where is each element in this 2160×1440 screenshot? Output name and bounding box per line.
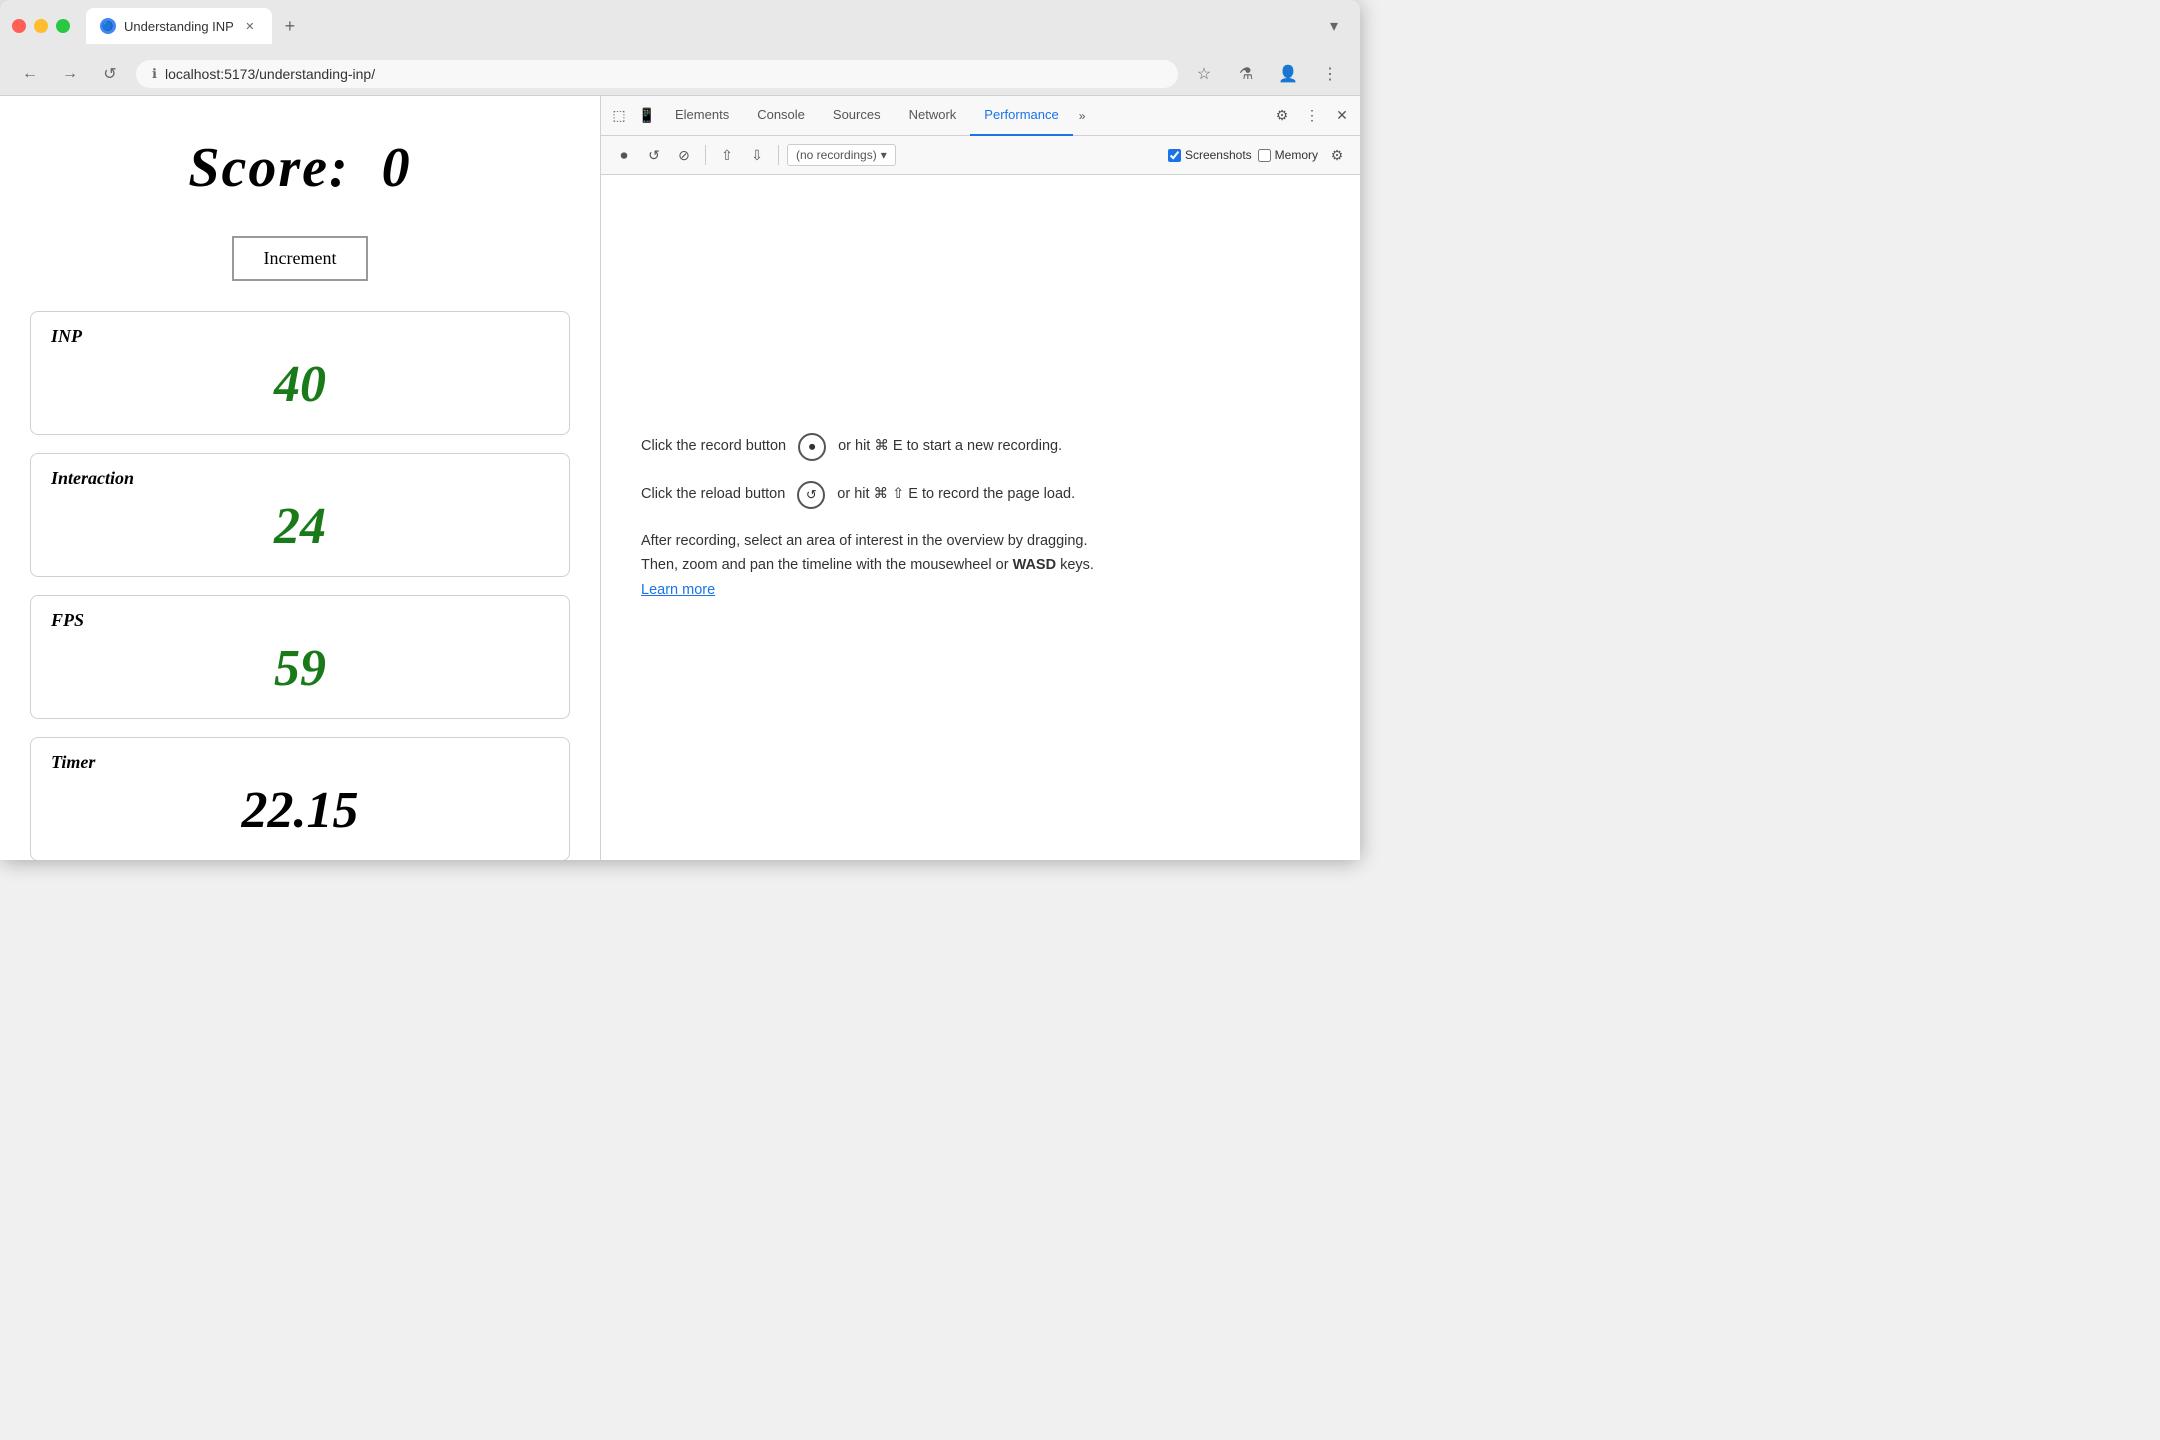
recordings-placeholder: (no recordings) <box>796 148 877 162</box>
toolbar-divider-1 <box>705 145 706 165</box>
record-icon-circle: ⏺ <box>798 433 826 461</box>
reload-instruction-before: Click the reload button <box>641 484 785 506</box>
memory-checkbox-label[interactable]: Memory <box>1258 148 1318 162</box>
profile-icon[interactable]: 👤 <box>1274 60 1302 88</box>
clear-button[interactable]: ⊘ <box>671 142 697 168</box>
tab-network[interactable]: Network <box>895 96 971 136</box>
upload-button[interactable]: ⇧ <box>714 142 740 168</box>
traffic-lights <box>12 19 70 33</box>
score-value: 0 <box>382 137 412 199</box>
tab-sources[interactable]: Sources <box>819 96 895 136</box>
menu-icon[interactable]: ⋮ <box>1316 60 1344 88</box>
devtools-toolbar: ⏺ ↺ ⊘ ⇧ ⇩ (no recordings) ▾ Screenshots <box>601 136 1360 175</box>
main-area: Score: 0 Increment INP 40 Interaction 24… <box>0 96 1360 860</box>
devtools-close-button[interactable]: ✕ <box>1328 102 1356 130</box>
tab-favicon: 🔵 <box>100 18 116 34</box>
tab-bar: 🔵 Understanding INP ✕ + ▾ <box>86 8 1348 44</box>
webpage-content: Score: 0 Increment INP 40 Interaction 24… <box>0 96 600 860</box>
memory-label: Memory <box>1275 148 1318 162</box>
devtools-panel: ⬚ 📱 Elements Console Sources Network Per… <box>600 96 1360 860</box>
reload-icon-circle: ↺ <box>797 481 825 509</box>
browser-tab-understanding-inp[interactable]: 🔵 Understanding INP ✕ <box>86 8 272 44</box>
tab-elements[interactable]: Elements <box>661 96 743 136</box>
metric-card-timer: Timer 22.15 <box>30 737 570 860</box>
metric-card-interaction: Interaction 24 <box>30 453 570 577</box>
tab-console[interactable]: Console <box>743 96 819 136</box>
devtools-controls: ⚙ ⋮ ✕ <box>1268 102 1356 130</box>
title-bar: 🔵 Understanding INP ✕ + ▾ <box>0 0 1360 52</box>
devtools-device-icon[interactable]: 📱 <box>633 102 661 130</box>
recordings-dropdown-icon: ▾ <box>881 148 887 162</box>
wasd-label: WASD <box>1013 557 1057 573</box>
address-bar: ← → ↺ ℹ localhost:5173/understanding-inp… <box>0 52 1360 96</box>
memory-checkbox[interactable] <box>1258 149 1271 162</box>
tab-dropdown-button[interactable]: ▾ <box>1320 12 1348 40</box>
forward-button[interactable]: → <box>56 60 84 88</box>
secure-icon: ℹ <box>152 66 157 82</box>
score-label: Score: <box>188 137 349 199</box>
record-instruction-row: Click the record button ⏺ or hit ⌘ E to … <box>641 433 1320 461</box>
toolbar-divider-2 <box>778 145 779 165</box>
refresh-button[interactable]: ↺ <box>96 60 124 88</box>
metric-card-inp: INP 40 <box>30 311 570 435</box>
metric-label-fps: FPS <box>51 610 549 631</box>
record-button[interactable]: ⏺ <box>611 142 637 168</box>
browser-toolbar-icons: ☆ ⚗ 👤 ⋮ <box>1190 60 1344 88</box>
description-line2-end: keys. <box>1056 557 1094 573</box>
new-tab-button[interactable]: + <box>276 12 304 40</box>
perf-settings-group: Screenshots Memory ⚙ <box>1168 142 1350 168</box>
metric-card-fps: FPS 59 <box>30 595 570 719</box>
flask-icon[interactable]: ⚗ <box>1232 60 1260 88</box>
description-line2: Then, zoom and pan the timeline with the… <box>641 557 1013 573</box>
url-field[interactable]: ℹ localhost:5173/understanding-inp/ <box>136 60 1178 88</box>
recordings-dropdown[interactable]: (no recordings) ▾ <box>787 144 896 166</box>
tab-close-button[interactable]: ✕ <box>242 18 258 34</box>
capture-settings-icon[interactable]: ⚙ <box>1324 142 1350 168</box>
metric-label-timer: Timer <box>51 752 549 773</box>
more-tabs-button[interactable]: » <box>1073 109 1092 123</box>
devtools-settings-icon[interactable]: ⚙ <box>1268 102 1296 130</box>
score-display: Score: 0 <box>30 136 570 200</box>
metric-label-inp: INP <box>51 326 549 347</box>
screenshots-label: Screenshots <box>1185 148 1252 162</box>
screenshots-checkbox[interactable] <box>1168 149 1181 162</box>
reload-instruction-row: Click the reload button ↺ or hit ⌘ ⇧ E t… <box>641 481 1320 509</box>
increment-button[interactable]: Increment <box>232 236 369 281</box>
devtools-more-options-icon[interactable]: ⋮ <box>1298 102 1326 130</box>
url-text: localhost:5173/understanding-inp/ <box>165 66 375 82</box>
score-title: Score: 0 <box>30 136 570 200</box>
tab-title: Understanding INP <box>124 19 234 34</box>
metric-value-timer: 22.15 <box>51 781 549 840</box>
devtools-tabs: ⬚ 📱 Elements Console Sources Network Per… <box>601 96 1360 136</box>
metric-value-fps: 59 <box>51 639 549 698</box>
reload-instruction-after: or hit ⌘ ⇧ E to record the page load. <box>837 484 1075 506</box>
download-button[interactable]: ⇩ <box>744 142 770 168</box>
metric-value-inp: 40 <box>51 355 549 414</box>
learn-more-link[interactable]: Learn more <box>641 582 715 598</box>
close-traffic-light[interactable] <box>12 19 26 33</box>
reload-record-button[interactable]: ↺ <box>641 142 667 168</box>
metric-value-interaction: 24 <box>51 497 549 556</box>
metric-label-interaction: Interaction <box>51 468 549 489</box>
screenshots-checkbox-label[interactable]: Screenshots <box>1168 148 1252 162</box>
minimize-traffic-light[interactable] <box>34 19 48 33</box>
back-button[interactable]: ← <box>16 60 44 88</box>
description-line1: After recording, select an area of inter… <box>641 533 1088 549</box>
bookmark-icon[interactable]: ☆ <box>1190 60 1218 88</box>
tab-performance[interactable]: Performance <box>970 96 1072 136</box>
devtools-content: Click the record button ⏺ or hit ⌘ E to … <box>601 175 1360 860</box>
description-block: After recording, select an area of inter… <box>641 529 1320 603</box>
record-instruction-before: Click the record button <box>641 436 786 458</box>
devtools-inspect-icon[interactable]: ⬚ <box>605 102 633 130</box>
record-instruction-after: or hit ⌘ E to start a new recording. <box>838 436 1062 458</box>
maximize-traffic-light[interactable] <box>56 19 70 33</box>
browser-window: 🔵 Understanding INP ✕ + ▾ ← → ↺ ℹ localh… <box>0 0 1360 860</box>
